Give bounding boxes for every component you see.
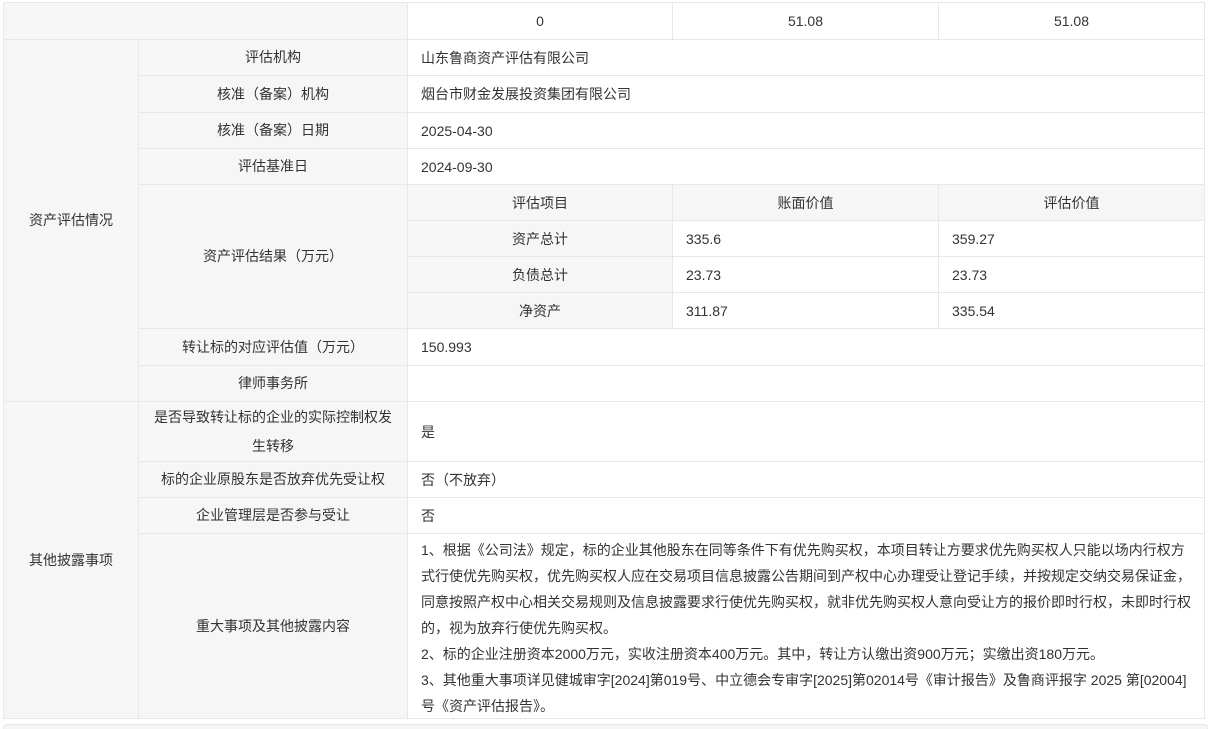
nested-row-item-total-assets: 资产总计: [408, 221, 673, 257]
section-title-other-disclosure: 其他披露事项: [4, 402, 139, 719]
row-value-evaluation-agency: 山东鲁商资产评估有限公司: [408, 40, 1205, 76]
top-row-value-1: 0: [408, 3, 673, 40]
row-value-base-date: 2024-09-30: [408, 149, 1205, 185]
row-value-approval-date: 2025-04-30: [408, 113, 1205, 149]
disclosure-table: 0 51.08 51.08 资产评估情况 评估机构 山东鲁商资产评估有限公司 核…: [3, 2, 1205, 719]
disclosure-page: 0 51.08 51.08 资产评估情况 评估机构 山东鲁商资产评估有限公司 核…: [0, 0, 1209, 729]
nested-row-item-net-assets: 净资产: [408, 293, 673, 329]
major-matters-paragraph-2: 2、标的企业注册资本2000万元，实收注册资本400万元。其中，转让方认缴出资9…: [421, 641, 1191, 667]
row-value-shareholders-waive-preemptive: 否（不放弃）: [408, 462, 1205, 498]
top-row-value-2: 51.08: [673, 3, 939, 40]
row-label-law-firm: 律师事务所: [139, 366, 408, 402]
row-label-evaluation-result: 资产评估结果（万元）: [139, 185, 408, 329]
nested-row-item-total-liabilities: 负债总计: [408, 257, 673, 293]
row-label-major-matters: 重大事项及其他披露内容: [139, 534, 408, 719]
nested-row-book-total-liabilities: 23.73: [673, 257, 939, 293]
nested-row-book-net-assets: 311.87: [673, 293, 939, 329]
row-label-base-date: 评估基准日: [139, 149, 408, 185]
row-value-law-firm: [408, 366, 1205, 402]
row-label-approval-agency: 核准（备案）机构: [139, 76, 408, 113]
row-value-major-matters: 1、根据《公司法》规定，标的企业其他股东在同等条件下有优先购买权，本项目转让方要…: [408, 534, 1205, 719]
next-section-bar: [3, 724, 1208, 729]
section-title-asset-evaluation: 资产评估情况: [4, 40, 139, 402]
row-label-corresponding-assessed-value: 转让标的对应评估值（万元）: [139, 329, 408, 366]
nested-row-assessed-total-liabilities: 23.73: [939, 257, 1205, 293]
row-value-control-transfer: 是: [408, 402, 1205, 462]
nested-header-book-value: 账面价值: [673, 185, 939, 221]
row-value-approval-agency: 烟台市财金发展投资集团有限公司: [408, 76, 1205, 113]
nested-row-assessed-net-assets: 335.54: [939, 293, 1205, 329]
major-matters-paragraph-3: 3、其他重大事项详见健城审字[2024]第019号、中立德会专审字[2025]第…: [421, 667, 1191, 719]
row-value-corresponding-assessed-value: 150.993: [408, 329, 1205, 366]
row-label-control-transfer: 是否导致转让标的企业的实际控制权发生转移: [139, 402, 408, 462]
major-matters-paragraph-1: 1、根据《公司法》规定，标的企业其他股东在同等条件下有优先购买权，本项目转让方要…: [421, 537, 1191, 641]
top-row-left-cell: [4, 3, 408, 40]
top-row-value-3: 51.08: [939, 3, 1205, 40]
row-value-management-participation: 否: [408, 498, 1205, 534]
nested-row-book-total-assets: 335.6: [673, 221, 939, 257]
nested-row-assessed-total-assets: 359.27: [939, 221, 1205, 257]
nested-header-assessed-value: 评估价值: [939, 185, 1205, 221]
nested-header-item: 评估项目: [408, 185, 673, 221]
row-label-evaluation-agency: 评估机构: [139, 40, 408, 76]
row-label-management-participation: 企业管理层是否参与受让: [139, 498, 408, 534]
row-label-approval-date: 核准（备案）日期: [139, 113, 408, 149]
row-label-shareholders-waive-preemptive: 标的企业原股东是否放弃优先受让权: [139, 462, 408, 498]
